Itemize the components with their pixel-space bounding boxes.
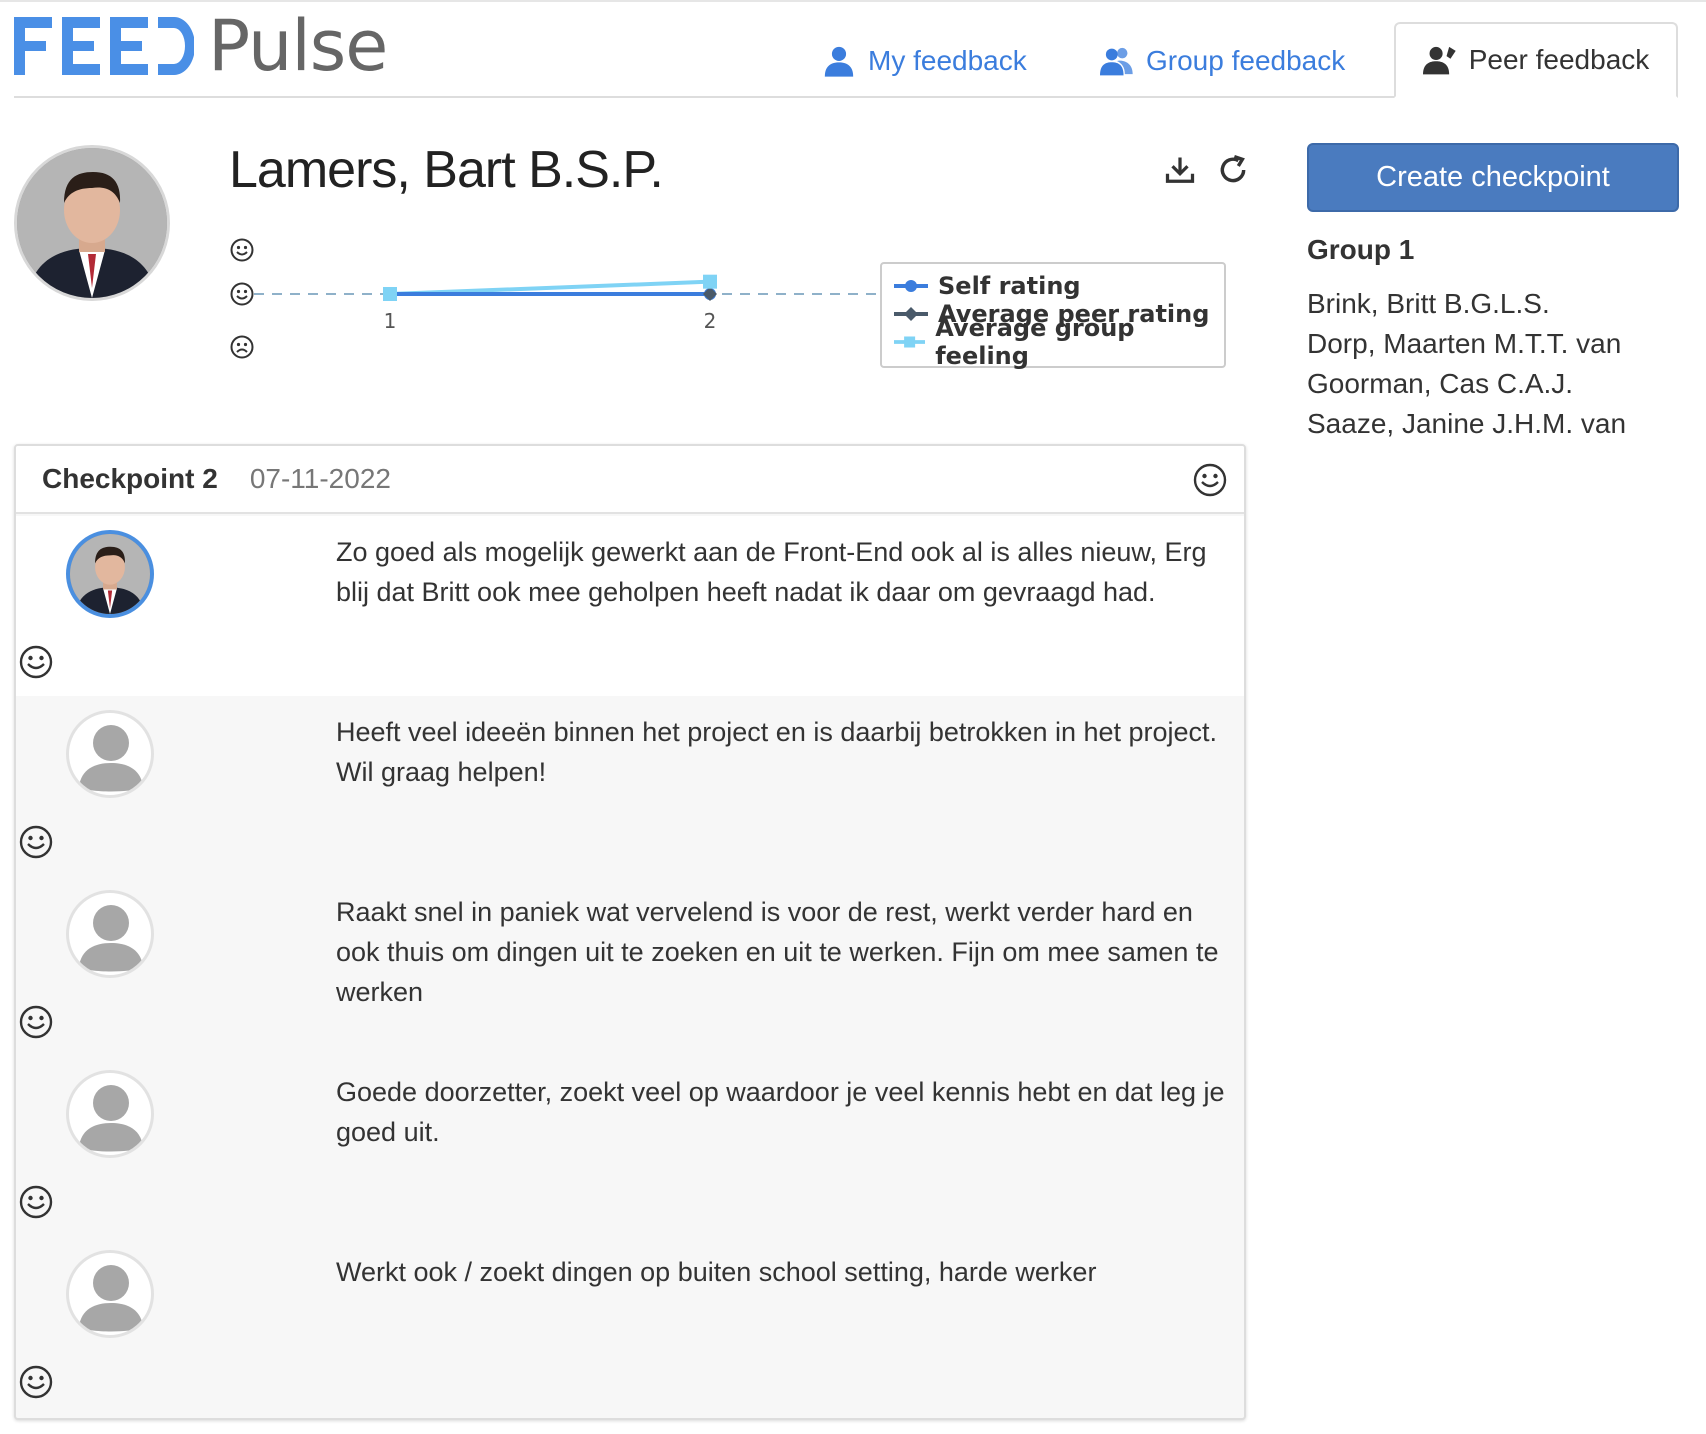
happy-smiley-icon (230, 238, 254, 262)
legend-item-self[interactable]: Self rating (894, 272, 1212, 300)
group-member[interactable]: Dorp, Maarten M.T.T. van (1307, 324, 1626, 364)
happy-smiley-icon (19, 1365, 53, 1399)
tab-peer-feedback-label: Peer feedback (1468, 44, 1650, 75)
checkpoint-header: Checkpoint 2 07-11-2022 (16, 446, 1244, 514)
feedback-text: Werkt ook / zoekt dingen op buiten schoo… (336, 1257, 1097, 1287)
download-icon (1165, 157, 1195, 183)
download-button[interactable] (1160, 150, 1200, 190)
tab-my-feedback-label: My feedback (868, 45, 1027, 76)
group-member[interactable]: Goorman, Cas C.A.J. (1307, 364, 1626, 404)
data-point (703, 274, 717, 289)
neutral-smiley-icon (230, 282, 254, 306)
feedpulse-logo[interactable]: Pulse (14, 5, 388, 87)
feedback-text: Goede doorzetter, zoekt veel op waardoor… (336, 1077, 1225, 1147)
tab-my-feedback[interactable]: My feedback (822, 26, 1027, 96)
feedback-text: Heeft veel ideeën binnen het project en … (336, 717, 1218, 787)
tab-group-feedback-label: Group feedback (1146, 45, 1346, 76)
feedback-entry-self: Zo goed als mogelijk gewerkt aan de Fron… (16, 516, 1244, 696)
happy-smiley-icon (19, 1185, 53, 1219)
group-member[interactable]: Saaze, Janine J.H.M. van (1307, 404, 1626, 444)
checkpoint-panel: Checkpoint 2 07-11-2022 Zo goed als moge… (14, 444, 1246, 1420)
entry-avatar-self (66, 530, 154, 618)
checkpoint-date: 07-11-2022 (249, 463, 391, 494)
users-icon (1100, 47, 1133, 76)
entry-avatar-placeholder (66, 1070, 154, 1158)
logo-feed-mark (14, 15, 194, 77)
feedback-entry-peer: Werkt ook / zoekt dingen op buiten schoo… (16, 1236, 1244, 1416)
feedback-text: Zo goed als mogelijk gewerkt aan de Fron… (336, 537, 1207, 607)
entry-avatar-placeholder (66, 890, 154, 978)
refresh-icon (1220, 155, 1246, 183)
group-member[interactable]: Brink, Britt B.G.L.S. (1307, 284, 1626, 324)
group-title: Group 1 (1307, 234, 1415, 265)
chart-legend: Self rating Average peer rating Average … (880, 262, 1226, 370)
user-edit-icon (1422, 46, 1456, 75)
feedback-entry-peer: Heeft veel ideeën binnen het project en … (16, 696, 1244, 876)
data-point (383, 287, 397, 301)
checkpoint-title: Checkpoint 2 (42, 463, 218, 494)
tab-peer-feedback[interactable]: Peer feedback (1394, 22, 1678, 98)
create-checkpoint-button[interactable]: Create checkpoint (1307, 143, 1679, 212)
refresh-button[interactable] (1213, 150, 1253, 190)
logo-pulse-text: Pulse (208, 5, 388, 87)
legend-label-self: Self rating (938, 272, 1081, 300)
feedback-text: Raakt snel in paniek wat vervelend is vo… (336, 897, 1219, 1007)
legend-label-group: Average group feeling (935, 314, 1135, 370)
entry-avatar-placeholder (66, 1250, 154, 1338)
tab-group-feedback[interactable]: Group feedback (1100, 26, 1345, 96)
x-tick-label: 1 (384, 309, 397, 333)
user-icon (824, 46, 854, 77)
data-point (703, 287, 717, 301)
sad-smiley-icon (230, 335, 254, 359)
header-divider (14, 96, 1394, 98)
entry-avatar-placeholder (66, 710, 154, 798)
profile-avatar (14, 145, 170, 301)
happy-smiley-icon (19, 1005, 53, 1039)
happy-smiley-icon (19, 825, 53, 859)
user-placeholder-icon (79, 1265, 143, 1332)
profile-name: Lamers, Bart B.S.P. (229, 141, 664, 199)
x-tick-label: 2 (704, 309, 717, 333)
user-placeholder-icon (79, 905, 143, 972)
group-member-list: Brink, Britt B.G.L.S. Dorp, Maarten M.T.… (1307, 284, 1626, 444)
feedback-entry-peer: Goede doorzetter, zoekt veel op waardoor… (16, 1056, 1244, 1236)
user-placeholder-icon (79, 725, 143, 792)
feedback-entry-peer: Raakt snel in paniek wat vervelend is vo… (16, 876, 1244, 1056)
logo-feed-icon (14, 17, 194, 75)
legend-item-group[interactable]: Average group feeling (894, 314, 1212, 370)
happy-smiley-icon (19, 645, 53, 679)
app-header: Pulse My feedback Group feedback Peer fe… (0, 0, 1706, 98)
happy-smiley-icon (1193, 463, 1227, 497)
user-placeholder-icon (79, 1085, 143, 1152)
